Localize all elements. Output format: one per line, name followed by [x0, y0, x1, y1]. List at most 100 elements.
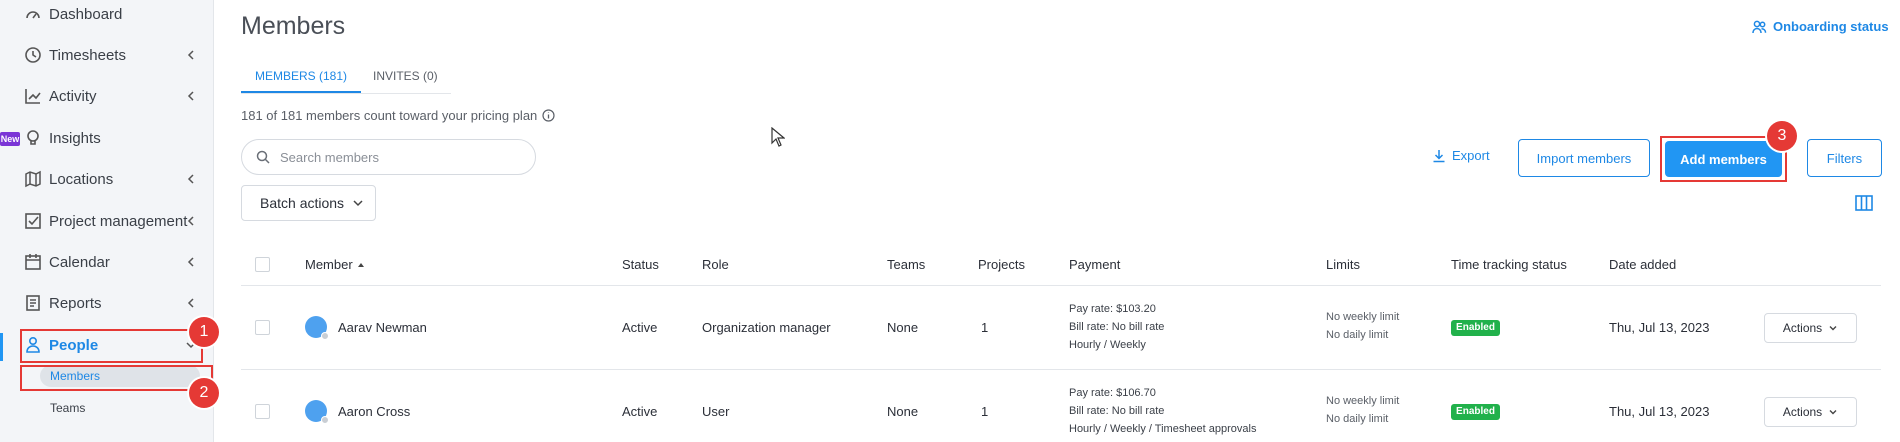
member-teams: None [887, 320, 919, 335]
payment-info: Pay rate: $103.20 Bill rate: No bill rat… [1069, 300, 1164, 354]
date-added: Thu, Jul 13, 2023 [1609, 320, 1710, 335]
actions-button[interactable]: Actions [1764, 313, 1857, 343]
table-row[interactable]: Aarav Newman Active Organization manager… [241, 286, 1881, 370]
onboarding-status-link[interactable]: Onboarding status [1752, 19, 1889, 34]
member-status: Active [622, 404, 658, 419]
column-header-status: Status [622, 257, 659, 272]
lightbulb-icon [27, 130, 39, 145]
member-role: Organization manager [702, 320, 831, 335]
pay-rate: Pay rate: $106.70 [1069, 387, 1156, 399]
filters-button[interactable]: Filters [1807, 139, 1882, 177]
sidebar-item-label: Locations [49, 170, 114, 188]
member-name[interactable]: Aarav Newman [338, 320, 427, 335]
daily-limit: No daily limit [1326, 413, 1389, 425]
date-added: Thu, Jul 13, 2023 [1609, 404, 1710, 419]
table-row[interactable]: Aaron Cross Active User None 1 Pay rate:… [241, 370, 1881, 442]
limits-info: No weekly limit No daily limit [1326, 392, 1399, 428]
annotation-number-1: 1 [189, 317, 219, 347]
member-projects: 1 [981, 404, 989, 419]
map-icon [25, 170, 41, 188]
sidebar-item-label: Project management [49, 212, 188, 230]
presence-dot [321, 332, 329, 340]
sidebar-item-label: Insights [49, 129, 101, 147]
status-badge: Enabled [1451, 320, 1500, 336]
row-checkbox[interactable] [255, 404, 270, 419]
annotation-number-3: 3 [1767, 121, 1797, 151]
sidebar-item-label: Calendar [49, 253, 110, 271]
onboarding-status-label: Onboarding status [1773, 19, 1889, 34]
daily-limit: No daily limit [1326, 329, 1389, 341]
actions-button[interactable]: Actions [1764, 397, 1857, 427]
sidebar-item-timesheets[interactable]: Timesheets [0, 35, 214, 75]
column-header-member[interactable]: Member [305, 257, 365, 272]
chevron-down-icon [1829, 326, 1837, 331]
tab-invites[interactable]: INVITES (0) [359, 65, 452, 93]
column-header-limits: Limits [1326, 257, 1360, 272]
pricing-note: 181 of 181 members count toward your pri… [241, 108, 555, 123]
member-role: User [702, 404, 730, 419]
bill-rate: Bill rate: No bill rate [1069, 321, 1165, 333]
weekly-limit: No weekly limit [1326, 311, 1400, 323]
checkbox-icon [25, 213, 41, 229]
sidebar-item-reports[interactable]: Reports [0, 283, 214, 323]
sidebar-item-label: Timesheets [49, 46, 126, 64]
sidebar-item-label: Reports [49, 294, 102, 312]
import-members-button[interactable]: Import members [1518, 139, 1650, 177]
actions-label: Actions [1782, 405, 1823, 419]
highlight-box-people [20, 329, 203, 363]
sidebar-item-project-management[interactable]: Project management [0, 201, 214, 241]
info-icon[interactable] [542, 109, 555, 122]
row-checkbox[interactable] [255, 320, 270, 335]
annotation-number-2: 2 [189, 378, 219, 408]
chevron-down-icon [353, 200, 363, 207]
column-header-payment: Payment [1069, 257, 1121, 272]
search-box[interactable] [241, 139, 536, 175]
columns-icon[interactable] [1855, 195, 1873, 211]
people-icon [1752, 20, 1767, 33]
page-title: Members [241, 12, 346, 40]
presence-dot [321, 416, 329, 424]
pricing-note-text: 181 of 181 members count toward your pri… [241, 108, 538, 123]
chevron-left-icon [187, 298, 194, 308]
chevron-left-icon [187, 174, 194, 184]
column-header-label: Member [305, 257, 353, 272]
weekly-limit: No weekly limit [1326, 395, 1400, 407]
bill-rate: Bill rate: No bill rate [1069, 405, 1165, 417]
payment-info: Pay rate: $106.70 Bill rate: No bill rat… [1069, 384, 1256, 438]
sidebar-item-insights[interactable]: Insights [0, 118, 214, 158]
search-input[interactable] [280, 149, 510, 165]
sidebar-item-activity[interactable]: Activity [0, 76, 214, 116]
search-icon [256, 150, 270, 164]
select-all-checkbox[interactable] [255, 257, 270, 272]
chevron-left-icon [187, 216, 194, 226]
tab-members[interactable]: MEMBERS (181) [241, 65, 362, 93]
chevron-down-icon [1829, 410, 1837, 415]
mouse-cursor-icon [771, 127, 785, 147]
pay-rate: Pay rate: $103.20 [1069, 303, 1156, 315]
sidebar-item-locations[interactable]: Locations [0, 159, 214, 199]
pay-schedule: Hourly / Weekly / Timesheet approvals [1069, 423, 1257, 435]
actions-label: Actions [1782, 321, 1823, 335]
dashboard-icon [26, 11, 40, 19]
batch-actions-button[interactable]: Batch actions [241, 185, 376, 221]
sort-asc-icon [357, 262, 364, 267]
column-header-projects: Projects [978, 257, 1025, 272]
clock-icon [25, 47, 41, 63]
chart-line-icon [25, 89, 41, 104]
table-header: Member Status Role Teams Projects Paymen… [241, 242, 1881, 286]
sidebar-item-calendar[interactable]: Calendar [0, 242, 214, 282]
column-header-role: Role [702, 257, 729, 272]
calendar-icon [25, 254, 41, 270]
chevron-left-icon [187, 50, 194, 60]
export-button[interactable]: Export [1432, 148, 1490, 163]
limits-info: No weekly limit No daily limit [1326, 308, 1399, 344]
export-label: Export [1452, 148, 1490, 163]
sidebar-item-dashboard[interactable]: Dashboard [0, 0, 214, 34]
batch-actions-label: Batch actions [260, 195, 345, 211]
member-name[interactable]: Aaron Cross [338, 404, 410, 419]
member-status: Active [622, 320, 658, 335]
sidebar-subitem-teams[interactable]: Teams [40, 397, 200, 419]
tab-divider [241, 93, 451, 94]
chevron-left-icon [187, 257, 194, 267]
column-header-teams: Teams [887, 257, 926, 272]
